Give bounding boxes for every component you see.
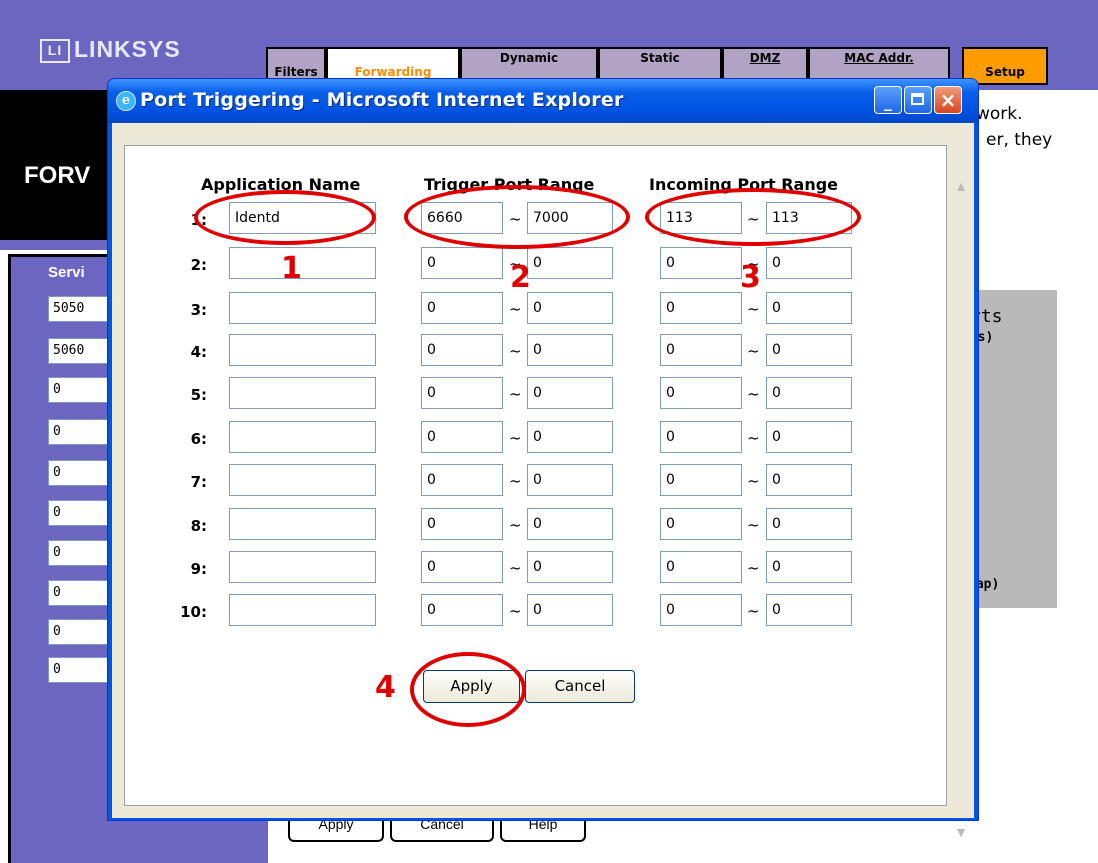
application-name-input[interactable] (229, 551, 376, 583)
row-number: 9: (190, 560, 207, 578)
trigger-port-end-input[interactable]: 0 (527, 377, 613, 409)
range-separator: ~ (509, 385, 522, 403)
row-number: 10: (180, 603, 207, 621)
trigger-port-start-input[interactable]: 0 (421, 292, 503, 324)
scroll-down-arrow-icon[interactable]: ▼ (952, 823, 970, 841)
incoming-port-end-input[interactable]: 0 (766, 551, 852, 583)
incoming-port-start-input[interactable]: 0 (660, 508, 742, 540)
trigger-port-start-input[interactable]: 0 (421, 594, 503, 626)
cancel-button[interactable]: Cancel (525, 670, 635, 703)
application-name-input[interactable] (229, 508, 376, 540)
linksys-logo: LI LINKSYS (40, 36, 181, 63)
range-separator: ~ (509, 516, 522, 534)
incoming-port-start-input[interactable]: 0 (660, 292, 742, 324)
range-separator: ~ (747, 385, 760, 403)
trigger-port-end-input[interactable]: 0 (527, 292, 613, 324)
annotation-oval-4 (410, 652, 526, 727)
annotation-oval-3 (645, 188, 861, 246)
incoming-port-end-input[interactable]: 0 (766, 292, 852, 324)
application-name-input[interactable] (229, 464, 376, 496)
trigger-port-start-input[interactable]: 0 (421, 421, 503, 453)
internet-explorer-icon: e (116, 91, 136, 111)
incoming-port-end-input[interactable]: 0 (766, 508, 852, 540)
incoming-port-end-input[interactable]: 0 (766, 334, 852, 366)
trigger-port-end-input[interactable]: 0 (527, 508, 613, 540)
incoming-port-start-input[interactable]: 0 (660, 247, 742, 279)
incoming-port-end-input[interactable]: 0 (766, 421, 852, 453)
annotation-number: 3 (740, 260, 761, 295)
annotation-number: 1 (281, 251, 302, 286)
trigger-port-end-input[interactable]: 0 (527, 334, 613, 366)
range-separator: ~ (509, 429, 522, 447)
incoming-port-start-input[interactable]: 0 (660, 421, 742, 453)
trigger-port-start-input[interactable]: 0 (421, 508, 503, 540)
row-number: 2: (190, 256, 207, 274)
background-help-button[interactable]: Help (500, 818, 586, 842)
annotation-oval-2 (404, 185, 630, 249)
trigger-port-end-input[interactable]: 0 (527, 247, 613, 279)
application-name-input[interactable] (229, 247, 376, 279)
trigger-port-end-input[interactable]: 0 (527, 551, 613, 583)
trigger-port-end-input[interactable]: 0 (527, 464, 613, 496)
row-number: 6: (190, 430, 207, 448)
range-separator: ~ (747, 472, 760, 490)
minimize-button[interactable]: _ (874, 86, 902, 114)
window-title: Port Triggering - Microsoft Internet Exp… (140, 89, 624, 111)
trigger-port-start-input[interactable]: 0 (421, 334, 503, 366)
range-separator: ~ (747, 559, 760, 577)
row-number: 3: (190, 301, 207, 319)
scroll-up-arrow-icon[interactable]: ▲ (952, 177, 970, 195)
range-separator: ~ (747, 300, 760, 318)
services-label: Servi (48, 264, 85, 281)
incoming-port-start-input[interactable]: 0 (660, 464, 742, 496)
background-apply-button[interactable]: Apply (288, 818, 384, 842)
section-title: FORV (24, 162, 91, 189)
incoming-port-end-input[interactable]: 0 (766, 247, 852, 279)
range-separator: ~ (509, 472, 522, 490)
range-separator: ~ (509, 342, 522, 360)
application-name-input[interactable] (229, 292, 376, 324)
range-separator: ~ (509, 602, 522, 620)
trigger-port-start-input[interactable]: 0 (421, 551, 503, 583)
application-name-input[interactable] (229, 334, 376, 366)
incoming-port-start-input[interactable]: 0 (660, 594, 742, 626)
incoming-port-end-input[interactable]: 0 (766, 594, 852, 626)
background-cancel-button[interactable]: Cancel (390, 818, 494, 842)
range-separator: ~ (747, 602, 760, 620)
range-separator: ~ (747, 516, 760, 534)
trigger-port-start-input[interactable]: 0 (421, 247, 503, 279)
range-separator: ~ (747, 429, 760, 447)
maximize-button[interactable] (904, 86, 932, 114)
close-button[interactable]: × (934, 86, 962, 114)
trigger-port-start-input[interactable]: 0 (421, 464, 503, 496)
annotation-number: 2 (510, 260, 531, 295)
application-name-input[interactable] (229, 421, 376, 453)
row-number: 4: (190, 343, 207, 361)
row-number: 8: (190, 517, 207, 535)
row-number: 5: (190, 386, 207, 404)
annotation-oval-1 (194, 190, 376, 245)
window-title-bar[interactable]: e Port Triggering - Microsoft Internet E… (108, 79, 978, 123)
range-separator: ~ (509, 559, 522, 577)
annotation-number: 4 (375, 670, 396, 705)
application-name-input[interactable] (229, 377, 376, 409)
trigger-port-start-input[interactable]: 0 (421, 377, 503, 409)
incoming-port-start-input[interactable]: 0 (660, 377, 742, 409)
incoming-port-end-input[interactable]: 0 (766, 377, 852, 409)
trigger-port-end-input[interactable]: 0 (527, 594, 613, 626)
range-separator: ~ (509, 300, 522, 318)
row-number: 7: (190, 473, 207, 491)
description-text-line: work. (976, 104, 1023, 124)
incoming-port-start-input[interactable]: 0 (660, 334, 742, 366)
range-separator: ~ (747, 342, 760, 360)
trigger-port-end-input[interactable]: 0 (527, 421, 613, 453)
incoming-port-end-input[interactable]: 0 (766, 464, 852, 496)
maximize-icon (911, 93, 924, 105)
description-text-line: er, they (986, 130, 1053, 150)
incoming-port-start-input[interactable]: 0 (660, 551, 742, 583)
application-name-input[interactable] (229, 594, 376, 626)
